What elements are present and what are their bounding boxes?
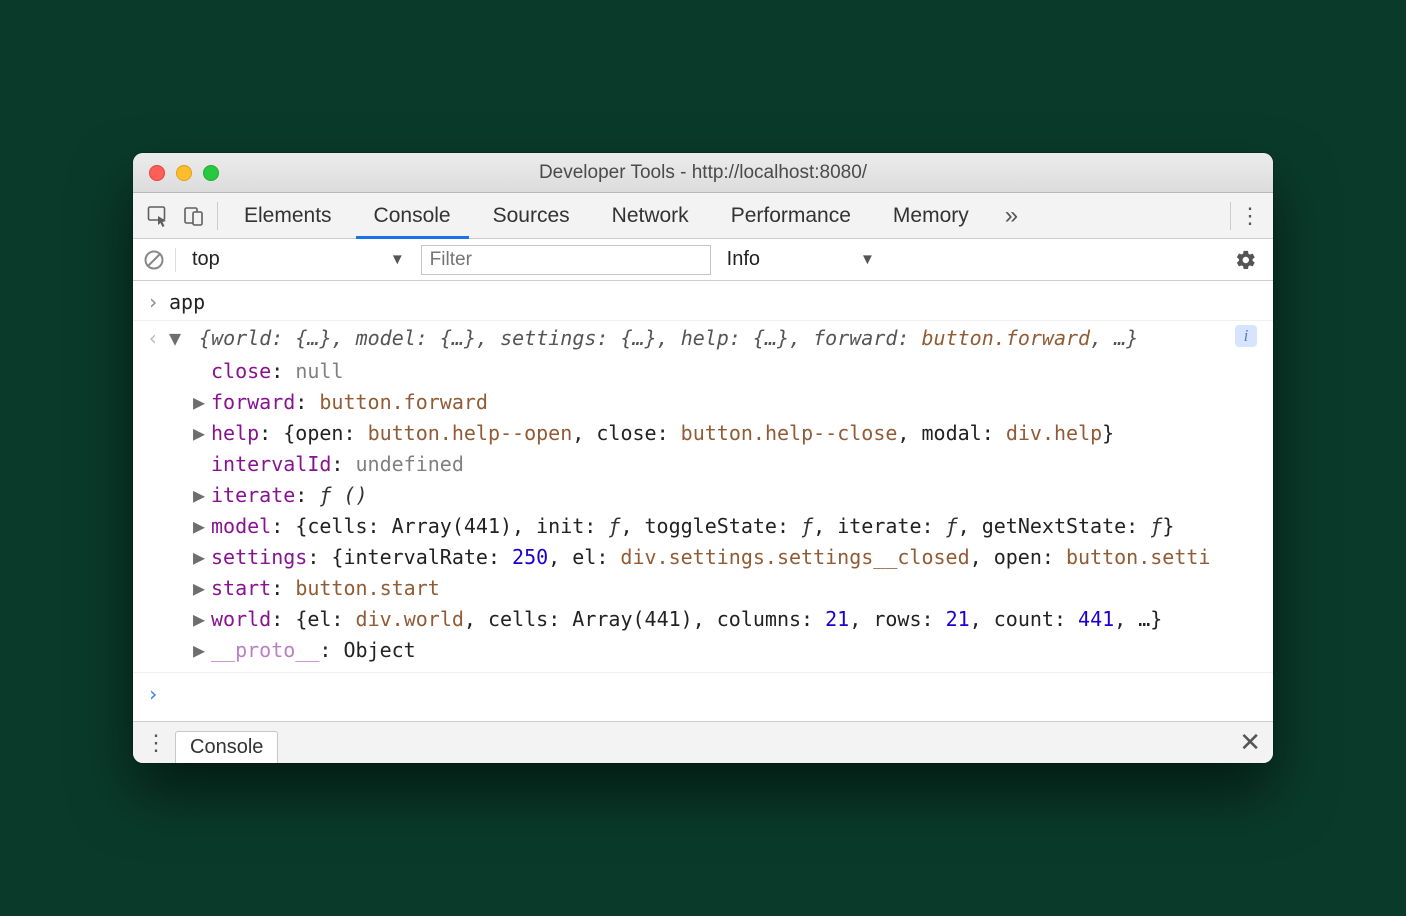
prop-world[interactable]: ▶ world: {el: div.world, cells: Array(44… <box>133 604 1273 635</box>
prompt-chevron-icon: › <box>147 679 169 710</box>
tab-performance[interactable]: Performance <box>711 193 871 239</box>
expand-arrow-icon[interactable]: ▶ <box>193 635 211 666</box>
expand-arrow-icon[interactable]: ▶ <box>193 387 211 418</box>
console-result[interactable]: ‹ ▼ {world: {…}, model: {…}, settings: {… <box>133 321 1273 356</box>
execution-context-selector[interactable]: top ▼ <box>186 248 411 271</box>
log-level-selector[interactable]: Info ▼ <box>721 248 875 271</box>
titlebar: Developer Tools - http://localhost:8080/ <box>133 153 1273 193</box>
tab-console[interactable]: Console <box>354 193 471 239</box>
clear-console-icon[interactable] <box>143 249 165 271</box>
level-value: Info <box>727 248 760 271</box>
prop-forward[interactable]: ▶ forward: button.forward <box>133 387 1273 418</box>
prop-close[interactable]: close: null <box>133 356 1273 387</box>
separator <box>1230 202 1231 230</box>
context-value: top <box>192 248 220 271</box>
filter-input[interactable] <box>421 245 711 275</box>
drawer-close-icon[interactable]: ✕ <box>1239 727 1261 758</box>
tab-network[interactable]: Network <box>592 193 709 239</box>
input-chevron-icon: › <box>147 287 169 318</box>
tab-memory[interactable]: Memory <box>873 193 989 239</box>
tabs-overflow-button[interactable]: » <box>991 202 1032 230</box>
close-window-button[interactable] <box>149 165 165 181</box>
separator <box>217 202 218 230</box>
expand-arrow-icon[interactable]: ▶ <box>193 480 211 511</box>
expand-arrow-icon[interactable]: ▶ <box>193 511 211 542</box>
output-chevron-icon: ‹ <box>147 323 169 354</box>
expand-arrow-icon[interactable]: ▶ <box>193 573 211 604</box>
prop-intervalid[interactable]: intervalId: undefined <box>133 449 1273 480</box>
expand-toggle-icon[interactable]: ▼ <box>169 323 187 354</box>
devtools-tabbar: Elements Console Sources Network Perform… <box>133 193 1273 239</box>
tab-elements[interactable]: Elements <box>224 193 352 239</box>
minimize-window-button[interactable] <box>176 165 192 181</box>
drawer-bar: ⋮ Console ✕ <box>133 721 1273 763</box>
window-controls <box>133 165 219 181</box>
tab-sources[interactable]: Sources <box>473 193 590 239</box>
expand-arrow-icon[interactable]: ▶ <box>193 418 211 449</box>
prop-start[interactable]: ▶ start: button.start <box>133 573 1273 604</box>
prop-settings[interactable]: ▶ settings: {intervalRate: 250, el: div.… <box>133 542 1273 573</box>
devtools-menu-icon[interactable]: ⋮ <box>1237 203 1263 229</box>
expand-arrow-icon[interactable]: ▶ <box>193 542 211 573</box>
console-input-echo: › app <box>133 285 1273 321</box>
dropdown-arrow-icon: ▼ <box>860 251 875 268</box>
separator <box>175 248 176 272</box>
devtools-window: Developer Tools - http://localhost:8080/… <box>133 153 1273 763</box>
prop-proto[interactable]: ▶ __proto__: Object <box>133 635 1273 673</box>
object-tree: close: null ▶ forward: button.forward ▶ … <box>133 356 1273 673</box>
input-text: app <box>169 287 1259 318</box>
console-output: › app ‹ ▼ {world: {…}, model: {…}, setti… <box>133 281 1273 721</box>
info-badge-icon[interactable]: i <box>1235 325 1257 347</box>
console-settings-icon[interactable] <box>1235 249 1263 271</box>
drawer-tab-console[interactable]: Console <box>175 731 278 763</box>
prop-model[interactable]: ▶ model: {cells: Array(441), init: ƒ, to… <box>133 511 1273 542</box>
console-prompt[interactable]: › <box>133 673 1273 712</box>
object-summary: {world: {…}, model: {…}, settings: {…}, … <box>199 326 1138 350</box>
zoom-window-button[interactable] <box>203 165 219 181</box>
window-title: Developer Tools - http://localhost:8080/ <box>133 162 1273 184</box>
expand-arrow-icon[interactable]: ▶ <box>193 604 211 635</box>
dropdown-arrow-icon: ▼ <box>390 251 405 268</box>
device-toolbar-icon[interactable] <box>177 199 211 233</box>
console-toolbar: top ▼ Info ▼ <box>133 239 1273 281</box>
prop-iterate[interactable]: ▶ iterate: ƒ () <box>133 480 1273 511</box>
inspect-element-icon[interactable] <box>141 199 175 233</box>
prop-help[interactable]: ▶ help: {open: button.help--open, close:… <box>133 418 1273 449</box>
drawer-menu-icon[interactable]: ⋮ <box>145 730 165 756</box>
